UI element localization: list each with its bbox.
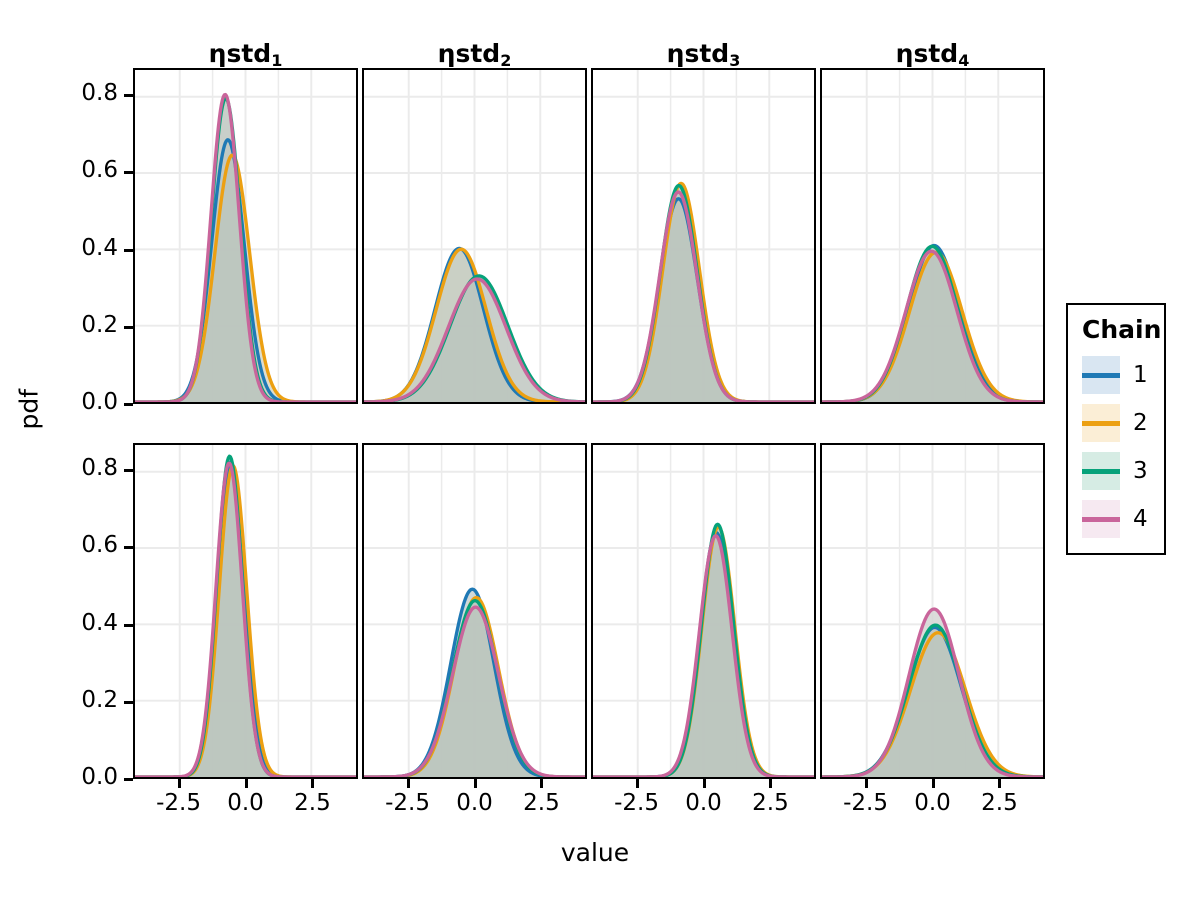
y-tick-label: 0.2 <box>81 311 118 338</box>
facet-col-label-1: ηstd1 <box>133 28 358 70</box>
y-tick-label: 0.0 <box>81 764 118 790</box>
legend-item-4[interactable]: 4 <box>1082 500 1148 538</box>
y-tick-mark <box>124 248 133 252</box>
panel-r2-c3 <box>591 443 816 779</box>
legend-label-3: 3 <box>1133 458 1148 484</box>
x-tick-label: 2.5 <box>752 790 789 816</box>
legend-key-3 <box>1082 452 1120 490</box>
y-tick-mark <box>124 700 133 704</box>
x-tick-mark <box>177 779 181 788</box>
panel-r2-c4 <box>820 443 1045 779</box>
facet-col-label-3-text: ηstd3 <box>666 39 741 70</box>
y-tick-label: 0.6 <box>81 157 118 184</box>
density-facet-chart: ηstd1 ηstd2 ηstd3 ηstd4 Subject 1 Subjec… <box>0 0 1200 900</box>
legend-item-1[interactable]: 1 <box>1082 356 1148 394</box>
y-tick-label: 0.8 <box>81 80 118 107</box>
y-tick-label: 0.4 <box>81 609 118 636</box>
x-tick-mark <box>473 779 477 788</box>
facet-col-label-2-text: ηstd2 <box>437 39 512 70</box>
y-tick-mark <box>124 546 133 550</box>
x-tick-mark <box>769 779 773 788</box>
y-tick-label: 0.4 <box>81 234 118 261</box>
y-axis-title: pdf <box>14 388 44 430</box>
legend-key-4 <box>1082 500 1120 538</box>
y-tick-label: 0.8 <box>81 455 118 482</box>
facet-col-label-3: ηstd3 <box>591 28 816 70</box>
legend-label-2: 2 <box>1133 410 1148 436</box>
y-tick-label: 0.6 <box>81 532 118 559</box>
y-tick-mark <box>124 623 133 627</box>
y-tick-mark <box>124 469 133 473</box>
y-tick-mark <box>124 171 133 175</box>
panel-r1-c3 <box>591 68 816 404</box>
x-tick-mark <box>931 779 935 788</box>
facet-col-label-1-text: ηstd1 <box>208 39 283 70</box>
x-tick-mark <box>406 779 410 788</box>
x-tick-label: 2.5 <box>294 790 331 816</box>
x-tick-mark <box>311 779 315 788</box>
legend-key-1 <box>1082 356 1120 394</box>
y-tick-mark <box>124 325 133 329</box>
x-tick-mark <box>864 779 868 788</box>
legend-key-2 <box>1082 404 1120 442</box>
facet-col-label-4-text: ηstd4 <box>895 39 970 70</box>
facet-col-label-2: ηstd2 <box>362 28 587 70</box>
panel-r1-c2 <box>362 68 587 404</box>
legend-title: Chain <box>1082 315 1162 344</box>
panel-r1-c4 <box>820 68 1045 404</box>
y-tick-mark <box>124 403 133 406</box>
y-tick-label: 0.2 <box>81 686 118 713</box>
x-tick-mark <box>998 779 1002 788</box>
panel-r1-c1 <box>133 68 358 404</box>
x-tick-mark <box>635 779 639 788</box>
x-tick-mark <box>540 779 544 788</box>
x-tick-mark <box>244 779 248 788</box>
x-tick-mark <box>702 779 706 788</box>
legend-label-4: 4 <box>1133 506 1148 532</box>
y-tick-mark <box>124 778 133 781</box>
facet-col-label-4: ηstd4 <box>820 28 1045 70</box>
legend-item-2[interactable]: 2 <box>1082 404 1148 442</box>
y-tick-label: 0.0 <box>81 389 118 415</box>
panel-r2-c2 <box>362 443 587 779</box>
x-tick-label: 2.5 <box>523 790 560 816</box>
legend-label-1: 1 <box>1133 362 1148 388</box>
legend-item-3[interactable]: 3 <box>1082 452 1148 490</box>
panel-r2-c1 <box>133 443 358 779</box>
x-axis-title: value <box>560 838 630 867</box>
x-tick-label: 2.5 <box>981 790 1018 816</box>
y-tick-mark <box>124 94 133 98</box>
